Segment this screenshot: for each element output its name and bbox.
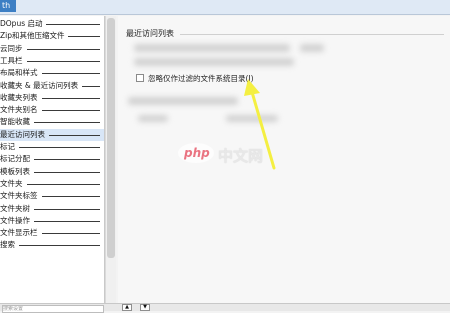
sidebar-item-label: 文件夹树 <box>0 203 30 213</box>
sidebar-item-label: 工具栏 <box>0 55 23 65</box>
sidebar-item-label: 收藏夹 & 最近访问列表 <box>0 80 79 90</box>
watermark-text: 中文网 <box>218 147 264 165</box>
tree-connector <box>34 122 100 124</box>
sidebar-item-label: 文件夹 <box>0 178 23 188</box>
sidebar-item-label: 标记分配 <box>0 154 30 164</box>
sidebar-item-label: 文件操作 <box>0 215 30 225</box>
sidebar-item[interactable]: 标记 <box>0 141 104 153</box>
sidebar-item[interactable]: 布局和样式 <box>0 67 104 79</box>
sidebar-item[interactable]: 模板列表 <box>0 166 104 178</box>
sidebar-item-label: 智能收藏 <box>0 117 30 127</box>
settings-tree: DOpus 启动 Zip和其他压缩文件 云同步工具栏布局和样式收藏夹 & 最近访问列… <box>0 16 105 304</box>
blurred-setting-row <box>134 44 290 52</box>
scrollbar-thumb[interactable] <box>107 18 115 258</box>
tree-scrollbar[interactable] <box>105 16 116 304</box>
tree-connector <box>41 196 100 198</box>
title-bar: th <box>0 0 450 15</box>
sidebar-item[interactable]: 收藏夹列表 <box>0 92 104 104</box>
blurred-setting-row <box>128 97 238 105</box>
sidebar-item[interactable]: 搜索 <box>0 239 104 251</box>
sidebar-item-label: 标记 <box>0 142 15 151</box>
tree-connector <box>82 85 100 87</box>
tree-connector <box>26 183 100 185</box>
blurred-setting-row <box>138 115 168 122</box>
tree-connector <box>41 97 100 99</box>
sidebar-item[interactable]: 智能收藏 <box>0 116 104 128</box>
ignore-filter-dirs-checkbox[interactable] <box>136 74 144 82</box>
tree-connector <box>34 159 100 161</box>
section-title: 最近访问列表 <box>126 29 174 38</box>
sidebar-item[interactable]: Zip和其他压缩文件 <box>0 30 104 42</box>
tree-connector <box>34 220 100 222</box>
sidebar-item[interactable]: DOpus 启动 <box>0 18 104 30</box>
tree-connector <box>26 48 100 50</box>
sidebar-item-label: DOpus 启动 <box>0 19 43 28</box>
tree-connector <box>26 60 100 62</box>
sidebar-item-label: 最近访问列表 <box>0 129 45 139</box>
sidebar-item-label: 模板列表 <box>0 166 30 176</box>
tree-connector <box>46 24 100 25</box>
sidebar-item-label: 搜索 <box>0 240 15 250</box>
sidebar-item-label: 云同步 <box>0 43 23 53</box>
sidebar-item[interactable]: 文件夹标签 <box>0 190 104 202</box>
sidebar-item[interactable]: 最近访问列表 <box>0 128 104 141</box>
sidebar-item[interactable]: 文件夹树 <box>0 203 104 215</box>
sidebar-item[interactable]: 工具栏 <box>0 55 104 67</box>
tree-connector <box>34 208 100 210</box>
blurred-setting-row <box>134 58 294 66</box>
sidebar-item[interactable]: 文件夹别名 <box>0 104 104 116</box>
sidebar-item-label: 收藏夹列表 <box>0 92 38 102</box>
tree-connector <box>41 233 100 235</box>
tree-connector <box>41 73 100 75</box>
section-divider <box>180 34 444 35</box>
tree-connector <box>41 110 100 112</box>
sidebar-item-label: Zip和其他压缩文件 <box>0 31 65 41</box>
sidebar-item[interactable]: 标记分配 <box>0 153 104 165</box>
sidebar-item[interactable]: 文件操作 <box>0 215 104 227</box>
sidebar-item-label: 布局和样式 <box>0 68 38 78</box>
sidebar-item-label: 文件夹别名 <box>0 105 38 115</box>
sidebar-item-label: 文件显示栏 <box>0 228 38 238</box>
tree-connector <box>19 245 100 247</box>
sidebar-item-label: 文件夹标签 <box>0 191 38 201</box>
blurred-setting-row <box>300 44 324 52</box>
sidebar-item[interactable]: 文件显示栏 <box>0 227 104 239</box>
tree-connector <box>34 171 100 173</box>
window-title-fragment: th <box>0 0 16 12</box>
tree-connector <box>19 147 100 148</box>
blurred-setting-row <box>226 115 278 122</box>
sidebar-item[interactable]: 云同步 <box>0 43 104 55</box>
tree-connector <box>68 36 100 38</box>
settings-search-field[interactable]: 搜索设置 <box>2 305 104 313</box>
sidebar-item[interactable]: 文件夹 <box>0 178 104 190</box>
ignore-filter-dirs-label: 忽略仅作过滤的文件系统目录(I) <box>148 74 254 83</box>
tree-connector <box>49 134 100 136</box>
sidebar-item[interactable]: 收藏夹 & 最近访问列表 <box>0 80 104 92</box>
php-logo: php <box>178 143 214 163</box>
